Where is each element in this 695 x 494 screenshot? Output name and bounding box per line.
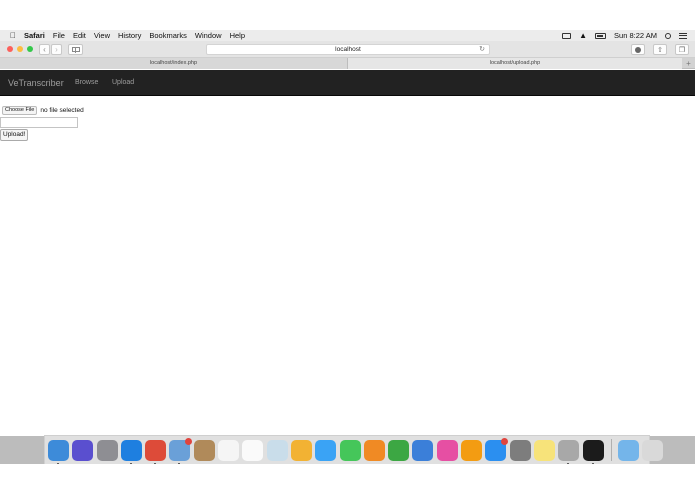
dock-separator <box>610 439 612 461</box>
airplay-icon[interactable] <box>562 32 572 39</box>
clock[interactable]: Sun 8:22 AM <box>614 31 657 40</box>
facetime-icon[interactable] <box>339 439 361 461</box>
zoom-window-button[interactable] <box>27 46 33 52</box>
finder-icon[interactable] <box>48 439 69 465</box>
menu-help[interactable]: Help <box>230 31 245 40</box>
tab-bar: localhost/index.php localhost/upload.php… <box>0 58 695 69</box>
reload-icon[interactable]: ↻ <box>479 45 485 55</box>
screen:  Safari File Edit View History Bookmark… <box>0 0 695 494</box>
apple-menu-icon[interactable]:  <box>10 31 16 40</box>
chrome-icon[interactable] <box>145 439 167 465</box>
safari-icon[interactable] <box>120 439 142 465</box>
tab-upload[interactable]: localhost/upload.php <box>348 58 682 69</box>
sidebar-icon <box>71 47 80 53</box>
disk-utility-icon[interactable] <box>558 439 580 465</box>
menu-file[interactable]: File <box>53 31 65 40</box>
text-input[interactable] <box>0 117 78 128</box>
file-status-text: no file selected <box>40 107 84 114</box>
upload-button[interactable]: Upload! <box>0 129 29 141</box>
site-navbar: VeTranscriber Browse Upload <box>0 70 695 96</box>
wifi-icon[interactable]: ▲ <box>579 31 587 40</box>
spotlight-icon[interactable] <box>665 32 671 39</box>
tabs-overview-icon: ❐ <box>678 47 686 54</box>
back-button[interactable]: ‹ <box>39 44 50 55</box>
address-bar[interactable]: localhost ↻ <box>206 44 490 55</box>
system-preferences-icon[interactable] <box>509 439 531 461</box>
menu-app-name[interactable]: Safari <box>24 31 45 40</box>
share-icon: ⇧ <box>657 47 663 54</box>
site-brand[interactable]: VeTranscriber <box>8 70 64 96</box>
contacts-icon[interactable] <box>193 439 215 461</box>
nav-upload-link[interactable]: Upload <box>112 70 134 96</box>
share-button[interactable]: ⇧ <box>653 44 667 55</box>
menu-history[interactable]: History <box>118 31 141 40</box>
preview-icon[interactable] <box>266 439 288 461</box>
minimize-window-button[interactable] <box>17 46 23 52</box>
sidebar-button[interactable] <box>68 44 83 55</box>
pages-icon[interactable] <box>363 439 385 461</box>
downloads-button[interactable] <box>631 44 645 55</box>
calendar-icon[interactable] <box>218 439 240 461</box>
back-icon: ‹ <box>43 45 46 54</box>
messages-icon[interactable] <box>315 439 337 461</box>
new-tab-button[interactable]: + <box>682 58 695 69</box>
photos-icon[interactable] <box>290 439 312 461</box>
download-icon <box>635 47 641 53</box>
notification-center-icon[interactable] <box>679 32 687 39</box>
address-text: localhost <box>335 46 361 53</box>
numbers-icon[interactable] <box>388 439 410 461</box>
trash-icon[interactable] <box>642 439 664 461</box>
battery-icon[interactable] <box>595 32 607 39</box>
top-border <box>0 0 695 30</box>
notification-badge <box>501 437 509 445</box>
forward-icon: › <box>55 45 58 54</box>
terminal-icon[interactable] <box>582 439 604 465</box>
menu-window[interactable]: Window <box>195 31 222 40</box>
menu-extras: ▲ Sun 8:22 AM <box>562 30 687 41</box>
choose-file-button[interactable]: Choose File <box>2 106 38 115</box>
tab-index[interactable]: localhost/index.php <box>0 58 348 69</box>
keynote-icon[interactable] <box>412 439 434 461</box>
downloads-folder-icon[interactable] <box>617 439 639 461</box>
close-window-button[interactable] <box>7 46 13 52</box>
mail-icon[interactable] <box>169 437 193 465</box>
menu-edit[interactable]: Edit <box>73 31 86 40</box>
menu-bookmarks[interactable]: Bookmarks <box>149 31 187 40</box>
launchpad-icon[interactable] <box>96 439 118 461</box>
notification-badge <box>185 437 193 445</box>
ibooks-icon[interactable] <box>461 439 483 461</box>
bottom-border <box>0 464 695 494</box>
menu-view[interactable]: View <box>94 31 110 40</box>
forward-button[interactable]: › <box>51 44 62 55</box>
siri-icon[interactable] <box>72 439 94 461</box>
reminders-icon[interactable] <box>242 439 264 461</box>
notes-icon[interactable] <box>533 439 555 461</box>
web-page: VeTranscriber Browse Upload Choose File … <box>0 70 695 436</box>
nav-browse-link[interactable]: Browse <box>75 70 98 96</box>
menu-bar:  Safari File Edit View History Bookmark… <box>0 30 695 41</box>
browser-toolbar: ‹ › localhost ↻ ⇧ ❐ <box>0 41 695 58</box>
itunes-icon[interactable] <box>436 439 458 461</box>
upload-form: Choose File no file selected Upload! <box>0 106 84 141</box>
app-store-icon[interactable] <box>485 437 509 461</box>
file-picker: Choose File no file selected <box>0 106 84 115</box>
tabs-overview-button[interactable]: ❐ <box>675 44 689 55</box>
dock <box>44 435 664 465</box>
